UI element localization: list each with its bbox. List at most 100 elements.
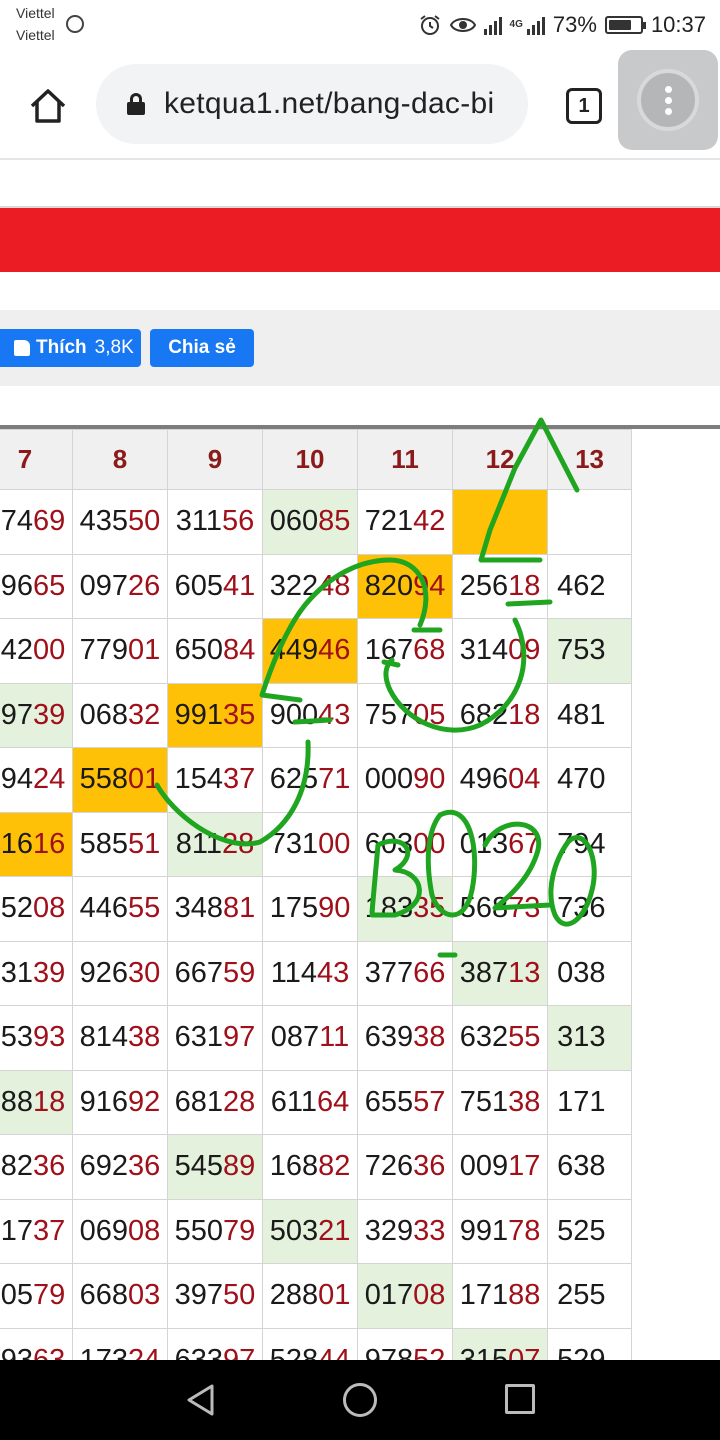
- result-cell: 18335: [357, 876, 454, 942]
- cell-suffix: 79: [32, 1279, 66, 1312]
- cell-prefix: 387: [459, 956, 509, 989]
- cell-prefix: 991: [174, 698, 224, 731]
- cell-prefix: 038: [557, 956, 606, 989]
- cell-suffix: 16: [32, 827, 66, 860]
- result-cell: [452, 489, 549, 555]
- cell-suffix: 55: [128, 892, 161, 925]
- table-row: 5942007790165084449461676831409753: [0, 618, 632, 684]
- cell-prefix: 060: [269, 505, 319, 538]
- result-cell: 16768: [357, 618, 454, 684]
- result-cell: 19665: [0, 553, 73, 619]
- cell-suffix: 73: [508, 892, 541, 925]
- table-row: 5997390683299135900437570568218481: [0, 682, 632, 748]
- result-cell: 16882: [261, 1134, 359, 1200]
- result-cell: 48236: [0, 1134, 73, 1200]
- cell-suffix: 84: [223, 634, 256, 667]
- cell-prefix: 183: [364, 892, 414, 925]
- cell-prefix: 916: [0, 827, 33, 860]
- cell-prefix: 831: [0, 956, 33, 989]
- result-cell: 72142: [357, 489, 454, 555]
- alarm-icon: [419, 15, 440, 35]
- table-row: 5905796680339750288010170817188255: [0, 1263, 632, 1329]
- cell-suffix: 67: [508, 827, 541, 860]
- tabs-icon[interactable]: 1: [566, 88, 602, 124]
- cell-suffix: 21: [318, 1214, 351, 1247]
- result-cell: 34881: [166, 876, 264, 942]
- cell-prefix: 069: [79, 1214, 129, 1247]
- cell-suffix: 88: [508, 1279, 541, 1312]
- table-row: 8482366923654589168827263600917638: [0, 1134, 632, 1200]
- cell-suffix: 64: [317, 1085, 350, 1118]
- result-cell: 529: [547, 1327, 632, 1360]
- result-cell: 63938: [357, 1005, 454, 1071]
- menu-button[interactable]: [618, 50, 718, 150]
- cell-prefix: 545: [174, 1150, 224, 1183]
- eye-icon: [449, 18, 476, 32]
- cell-prefix: 611: [270, 1085, 317, 1118]
- address-bar[interactable]: ketqua1.net/bang-dac-bi: [96, 64, 528, 144]
- cell-prefix: 496: [459, 763, 509, 796]
- result-cell: 99178: [452, 1198, 549, 1264]
- result-cell: 171: [547, 1069, 632, 1135]
- column-header: 13: [547, 429, 632, 490]
- cell-prefix: 175: [269, 892, 319, 925]
- result-cell: 90043: [261, 682, 359, 748]
- result-cell: 90579: [0, 1263, 73, 1329]
- result-cell: 91616: [0, 811, 73, 877]
- menu-icon[interactable]: [637, 69, 699, 131]
- share-button[interactable]: Chia sẻ: [150, 329, 254, 367]
- cell-suffix: 30: [128, 956, 161, 989]
- home-circle-icon[interactable]: [343, 1383, 377, 1417]
- result-cell: 00917: [452, 1134, 549, 1200]
- table-row: 5831399263066759114433776638713038: [0, 940, 632, 1006]
- like-button[interactable]: Thích 3,8K: [0, 329, 141, 367]
- lock-icon: [126, 93, 146, 115]
- cell-prefix: 470: [557, 763, 606, 796]
- battery-icon: [604, 16, 646, 34]
- result-cell: 49363: [0, 1327, 73, 1360]
- cell-prefix: 313: [557, 1021, 606, 1054]
- cell-suffix: 08: [413, 1279, 446, 1312]
- result-cell: 99739: [0, 682, 73, 748]
- cell-suffix: 00: [413, 827, 446, 860]
- cell-prefix: 926: [79, 956, 129, 989]
- cell-prefix: 650: [174, 634, 224, 667]
- result-cell: 66759: [166, 940, 264, 1006]
- result-cell: 736: [547, 876, 632, 942]
- cell-suffix: 69: [32, 505, 66, 538]
- table-row: 5493631732463397528449785231507529: [0, 1327, 632, 1360]
- cell-suffix: 32: [128, 698, 161, 731]
- result-cell: 31507: [452, 1327, 549, 1360]
- cell-suffix: 52: [413, 1343, 446, 1360]
- cell-suffix: 18: [508, 698, 541, 731]
- column-header: 11: [357, 429, 454, 490]
- recents-icon[interactable]: [505, 1384, 535, 1414]
- result-cell: 72636: [357, 1134, 454, 1200]
- cell-prefix: 397: [174, 1279, 224, 1312]
- cell-suffix: 50: [128, 505, 161, 538]
- cell-prefix: 736: [557, 892, 606, 925]
- cell-prefix: 322: [269, 569, 319, 602]
- result-cell: 462: [547, 553, 632, 619]
- cell-prefix: 525: [557, 1214, 606, 1247]
- url-text[interactable]: ketqua1.net/bang-dac-bi: [164, 87, 494, 121]
- cell-suffix: 24: [128, 1343, 161, 1360]
- battery-percent: 73%: [552, 12, 597, 37]
- result-cell: 525: [547, 1198, 632, 1264]
- back-icon[interactable]: [186, 1384, 216, 1416]
- cell-suffix: 39: [32, 698, 66, 731]
- cell-prefix: 154: [174, 763, 224, 796]
- cell-prefix: 462: [557, 569, 606, 602]
- cell-prefix: 053: [0, 1021, 33, 1054]
- cell-suffix: 44: [318, 1343, 351, 1360]
- cell-prefix: 631: [174, 1021, 224, 1054]
- cell-suffix: 17: [508, 1150, 541, 1183]
- result-cell: 65557: [357, 1069, 454, 1135]
- result-cell: 11443: [261, 940, 359, 1006]
- social-bar: Thích 3,8K Chia sẻ: [0, 310, 720, 386]
- result-cell: 44946: [261, 618, 359, 684]
- home-icon[interactable]: [28, 86, 68, 126]
- result-cell: 81128: [166, 811, 264, 877]
- carrier-label-2: Viettel: [16, 27, 55, 43]
- result-cell: 638: [547, 1134, 632, 1200]
